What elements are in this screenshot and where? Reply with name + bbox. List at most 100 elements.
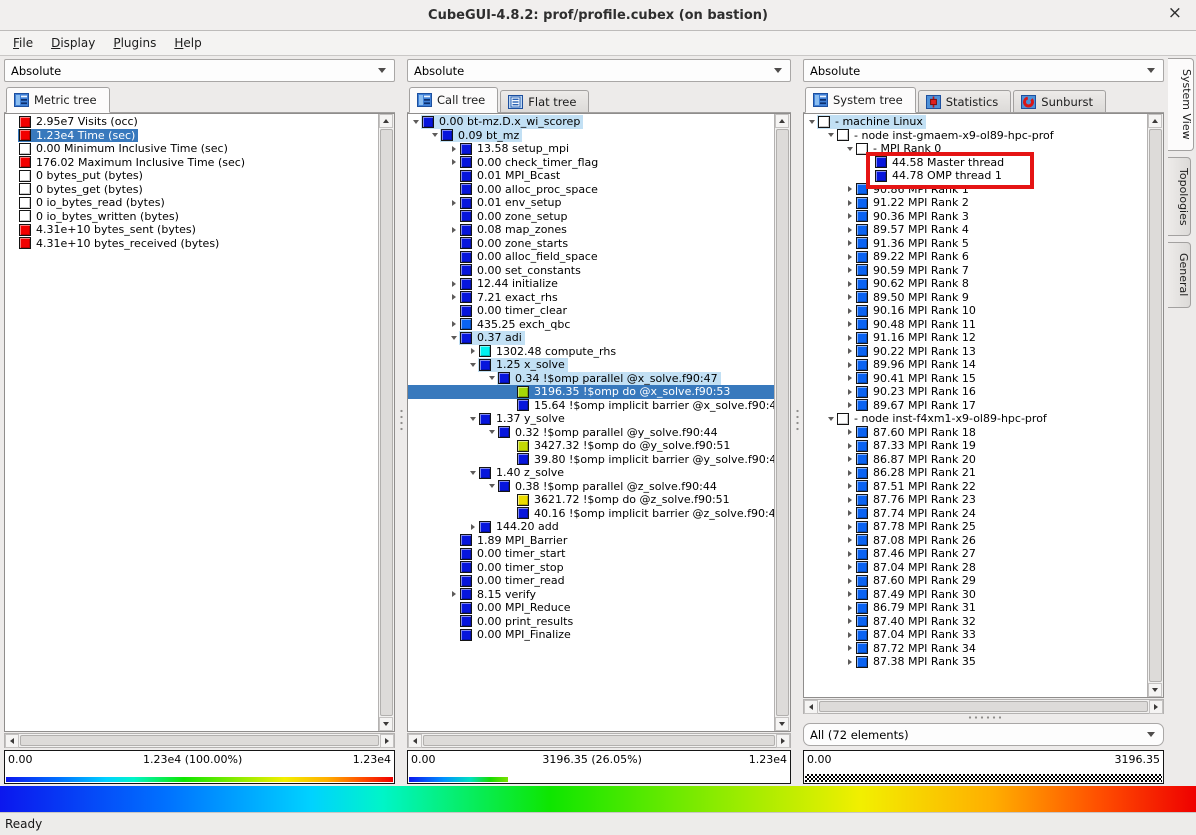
scroll-right-button[interactable]: [380, 734, 394, 748]
tree-row[interactable]: 0.08 map_zones: [408, 223, 774, 237]
tree-node-content[interactable]: 0.01 MPI_Bcast: [459, 169, 563, 183]
tree-row[interactable]: 0.00 set_constants: [408, 264, 774, 278]
tree-row[interactable]: 87.78 MPI Rank 25: [804, 520, 1147, 534]
expand-expander-icon[interactable]: [844, 483, 855, 489]
tree-row[interactable]: 3427.32 !$omp do @y_solve.f90:51: [408, 439, 774, 453]
tree-node-content[interactable]: 87.04 MPI Rank 33: [855, 628, 979, 642]
call-filter-combobox[interactable]: Absolute: [407, 59, 791, 82]
tree-node-content[interactable]: 87.60 MPI Rank 29: [855, 574, 979, 588]
tree-node-content[interactable]: 3621.72 !$omp do @z_solve.f90:51: [516, 493, 733, 507]
tree-row[interactable]: 13.58 setup_mpi: [408, 142, 774, 156]
collapse-expander-icon[interactable]: [806, 120, 817, 124]
tree-row[interactable]: 86.28 MPI Rank 21: [804, 466, 1147, 480]
tree-row[interactable]: - node inst-gmaem-x9-ol89-hpc-prof: [804, 129, 1147, 143]
tree-row[interactable]: 87.74 MPI Rank 24: [804, 507, 1147, 521]
scroll-right-button[interactable]: [1149, 700, 1163, 714]
collapse-expander-icon[interactable]: [486, 376, 497, 380]
tree-row[interactable]: 87.60 MPI Rank 18: [804, 426, 1147, 440]
tree-row[interactable]: 0 bytes_get (bytes): [5, 183, 378, 197]
expand-expander-icon[interactable]: [844, 659, 855, 665]
expand-expander-icon[interactable]: [448, 227, 459, 233]
tree-row[interactable]: 87.38 MPI Rank 35: [804, 655, 1147, 669]
tree-node-content[interactable]: 87.78 MPI Rank 25: [855, 520, 979, 534]
expand-expander-icon[interactable]: [844, 308, 855, 314]
scroll-left-button[interactable]: [5, 734, 19, 748]
tree-node-content[interactable]: 89.57 MPI Rank 4: [855, 223, 972, 237]
tree-node-content[interactable]: 4.31e+10 bytes_sent (bytes): [18, 223, 199, 237]
tree-row[interactable]: 87.04 MPI Rank 33: [804, 628, 1147, 642]
expand-expander-icon[interactable]: [844, 186, 855, 192]
tree-node-content[interactable]: 144.20 add: [478, 520, 562, 534]
tree-row[interactable]: 4.31e+10 bytes_sent (bytes): [5, 223, 378, 237]
tree-row[interactable]: 89.50 MPI Rank 9: [804, 291, 1147, 305]
expand-expander-icon[interactable]: [844, 375, 855, 381]
tree-node-content[interactable]: 90.59 MPI Rank 7: [855, 264, 972, 278]
tree-node-content[interactable]: - node inst-f4xm1-x9-ol89-hpc-prof: [836, 412, 1050, 426]
collapse-expander-icon[interactable]: [448, 336, 459, 340]
tree-node-content[interactable]: 0.00 timer_clear: [459, 304, 570, 318]
tree-row[interactable]: 87.76 MPI Rank 23: [804, 493, 1147, 507]
collapse-expander-icon[interactable]: [467, 471, 478, 475]
tree-node-content[interactable]: 1.40 z_solve: [478, 466, 567, 480]
tree-node-content[interactable]: 3427.32 !$omp do @y_solve.f90:51: [516, 439, 733, 453]
tree-node-content[interactable]: 0.09 bt_mz: [440, 129, 522, 143]
tree-node-content[interactable]: 12.44 initialize: [459, 277, 561, 291]
scroll-down-button[interactable]: [775, 717, 789, 731]
tree-node-content[interactable]: 0.37 adi: [459, 331, 525, 345]
tree-node-content[interactable]: 87.08 MPI Rank 26: [855, 534, 979, 548]
metric-horizontal-scrollbar[interactable]: [4, 733, 395, 748]
collapse-expander-icon[interactable]: [486, 430, 497, 434]
tree-node-content[interactable]: 0.01 env_setup: [459, 196, 565, 210]
tree-node-content[interactable]: 86.87 MPI Rank 20: [855, 453, 979, 467]
tree-node-content[interactable]: 0 io_bytes_written (bytes): [18, 210, 182, 224]
tree-node-content[interactable]: 0.08 map_zones: [459, 223, 570, 237]
scroll-up-button[interactable]: [775, 114, 789, 128]
expand-expander-icon[interactable]: [844, 227, 855, 233]
tree-row[interactable]: 0.00 bt-mz.D.x_wi_scorep: [408, 115, 774, 129]
expand-expander-icon[interactable]: [844, 551, 855, 557]
tree-node-content[interactable]: 0.38 !$omp parallel @z_solve.f90:44: [497, 480, 720, 494]
tree-node-content[interactable]: 87.38 MPI Rank 35: [855, 655, 979, 669]
tree-row[interactable]: 0.00 zone_setup: [408, 210, 774, 224]
tree-row[interactable]: 90.36 MPI Rank 3: [804, 210, 1147, 224]
tree-row[interactable]: 91.22 MPI Rank 2: [804, 196, 1147, 210]
collapse-expander-icon[interactable]: [429, 133, 440, 137]
tree-node-content[interactable]: 89.96 MPI Rank 14: [855, 358, 979, 372]
tree-row[interactable]: 87.04 MPI Rank 28: [804, 561, 1147, 575]
scroll-right-button[interactable]: [776, 734, 790, 748]
tree-node-content[interactable]: 0.34 !$omp parallel @x_solve.f90:47: [497, 372, 721, 386]
tab-flat-tree[interactable]: Flat tree: [500, 90, 589, 112]
tree-row[interactable]: 0.01 MPI_Bcast: [408, 169, 774, 183]
expand-expander-icon[interactable]: [844, 429, 855, 435]
tree-row[interactable]: 90.48 MPI Rank 11: [804, 318, 1147, 332]
tree-row[interactable]: 90.23 MPI Rank 16: [804, 385, 1147, 399]
tree-row[interactable]: 0.00 zone_starts: [408, 237, 774, 251]
tree-row[interactable]: 1302.48 compute_rhs: [408, 345, 774, 359]
tree-node-content[interactable]: 39.80 !$omp implicit barrier @y_solve.f9…: [516, 453, 774, 467]
tab-metric-tree[interactable]: Metric tree: [6, 87, 110, 113]
tree-row[interactable]: 1.40 z_solve: [408, 466, 774, 480]
tab-call-tree[interactable]: Call tree: [409, 87, 498, 113]
tree-row[interactable]: 87.51 MPI Rank 22: [804, 480, 1147, 494]
tree-row[interactable]: 144.20 add: [408, 520, 774, 534]
expand-expander-icon[interactable]: [844, 213, 855, 219]
expand-expander-icon[interactable]: [467, 524, 478, 530]
tree-node-content[interactable]: 7.21 exact_rhs: [459, 291, 561, 305]
expand-expander-icon[interactable]: [844, 335, 855, 341]
tree-node-content[interactable]: 1.37 y_solve: [478, 412, 568, 426]
tree-node-content[interactable]: 15.64 !$omp implicit barrier @x_solve.f9…: [516, 399, 774, 413]
tree-node-content[interactable]: 0.00 MPI_Finalize: [459, 628, 574, 642]
scroll-down-button[interactable]: [379, 717, 393, 731]
tree-node-content[interactable]: 0.00 timer_read: [459, 574, 568, 588]
scrollbar-thumb[interactable]: [819, 701, 1148, 712]
side-tab-general[interactable]: General: [1168, 242, 1191, 307]
tree-node-content[interactable]: 0.32 !$omp parallel @y_solve.f90:44: [497, 426, 721, 440]
tree-row[interactable]: - machine Linux: [804, 115, 1147, 129]
tree-row[interactable]: 2.95e7 Visits (occ): [5, 115, 378, 129]
tree-node-content[interactable]: 435.25 exch_qbc: [459, 318, 573, 332]
tree-node-content[interactable]: 87.46 MPI Rank 27: [855, 547, 979, 561]
menu-plugins[interactable]: Plugins: [104, 34, 165, 52]
expand-expander-icon[interactable]: [844, 618, 855, 624]
tree-node-content[interactable]: 1302.48 compute_rhs: [478, 345, 619, 359]
expand-expander-icon[interactable]: [844, 497, 855, 503]
